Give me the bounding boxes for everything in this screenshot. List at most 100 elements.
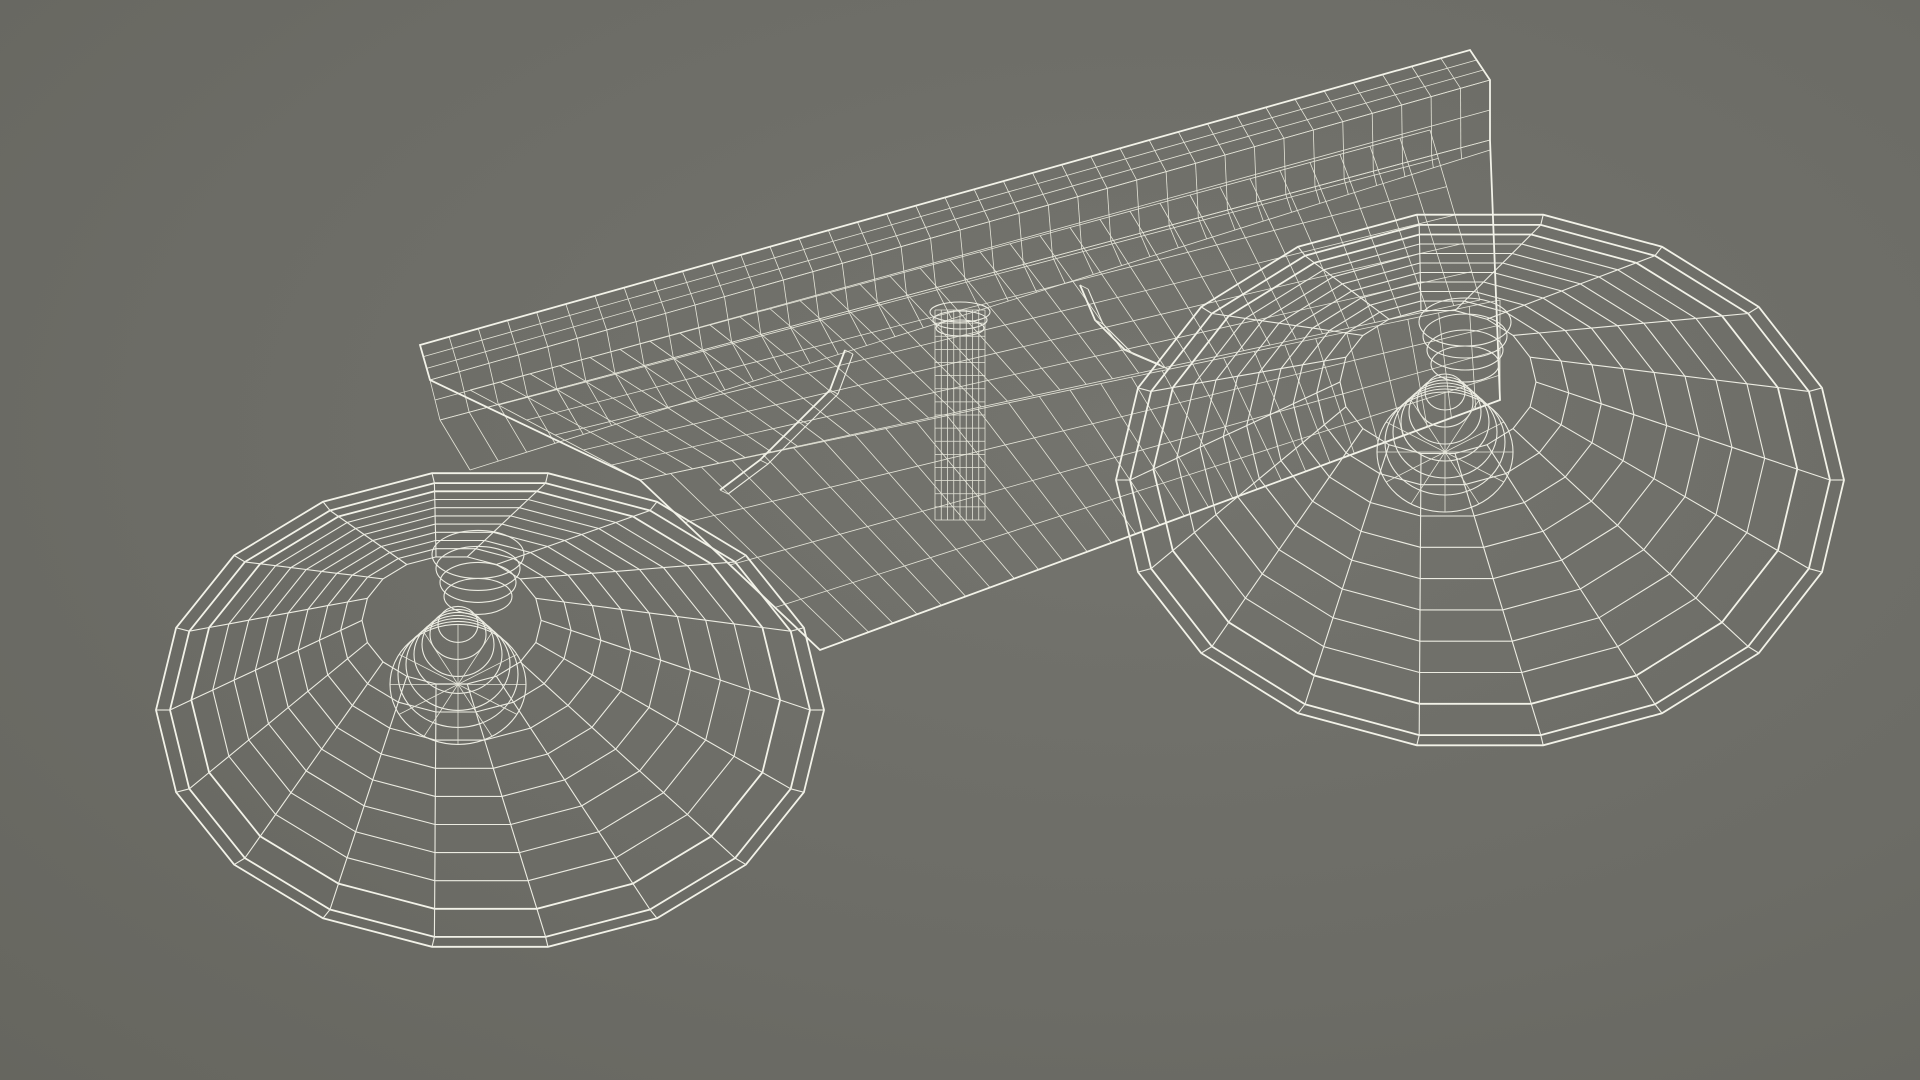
- mesh-edge: [790, 788, 804, 793]
- mesh-edge: [233, 857, 246, 866]
- mesh-loop: [244, 661, 384, 859]
- mesh-edge: [1416, 734, 1420, 746]
- mesh-edge: [322, 501, 331, 511]
- mesh-edge: [740, 254, 755, 289]
- mesh-edge: [759, 459, 769, 465]
- mesh-edge: [1444, 421, 1505, 453]
- mesh-edge: [1236, 115, 1255, 147]
- mesh-loop: [297, 531, 632, 769]
- mesh-edge: [431, 936, 435, 947]
- mesh-loop: [1269, 281, 1635, 548]
- mesh-edge: [915, 205, 931, 239]
- mesh-loop: [188, 642, 368, 790]
- mesh-edge: [1431, 155, 1434, 168]
- mesh-edge: [1343, 178, 1349, 195]
- mesh-loop: [1304, 444, 1390, 705]
- mesh-loop: [1211, 428, 1364, 647]
- mesh-edge: [468, 412, 499, 462]
- mesh-edge: [594, 295, 608, 331]
- mesh-edge: [439, 139, 1491, 421]
- mesh-loop: [276, 523, 662, 797]
- mesh-edge: [760, 334, 783, 373]
- mesh-edge: [477, 328, 490, 364]
- mesh-edge: [545, 936, 549, 947]
- mesh-edge: [1148, 139, 1167, 172]
- mesh-loop: [727, 353, 854, 495]
- mesh-edge: [545, 473, 549, 484]
- mesh-edge: [1090, 156, 1108, 189]
- mesh-edge: [439, 419, 471, 471]
- mesh-edge: [1200, 646, 1213, 654]
- mesh-edge: [672, 357, 698, 400]
- mesh-edge: [497, 404, 528, 453]
- socket-ring: [1426, 329, 1504, 371]
- mesh-edge: [886, 213, 902, 247]
- render-viewport: [0, 0, 1920, 1080]
- mesh-edge: [1382, 74, 1403, 106]
- mesh-loop: [1535, 381, 1831, 481]
- mesh-edge: [623, 287, 637, 322]
- mesh-edge: [1297, 703, 1306, 714]
- mesh-edge: [1052, 256, 1066, 284]
- mesh-edge: [877, 303, 896, 337]
- mesh-edge: [973, 189, 990, 222]
- mesh-edge: [1654, 703, 1663, 714]
- lamp-arms-mesh: [719, 284, 1169, 495]
- mesh-loop: [1418, 224, 1422, 311]
- mesh-edge: [1323, 90, 1344, 122]
- mesh-edge: [682, 271, 696, 306]
- mesh-edge: [565, 303, 578, 339]
- mesh-loop: [212, 498, 751, 882]
- mesh-loop: [329, 676, 408, 910]
- mesh-edge: [1747, 306, 1760, 314]
- mesh-edge: [1002, 180, 1020, 214]
- socket-ring: [435, 545, 521, 591]
- mesh-loop: [541, 619, 811, 711]
- mesh-loop: [719, 349, 846, 491]
- mesh-edge: [798, 238, 814, 272]
- mesh-edge: [1402, 163, 1406, 177]
- mesh-edge: [649, 909, 658, 919]
- mesh-edge: [1022, 264, 1038, 293]
- mesh-loop: [1316, 300, 1570, 486]
- mesh-loop: [1176, 243, 1766, 674]
- mesh-edge: [536, 312, 549, 347]
- mesh-edge: [423, 59, 1477, 358]
- mesh-edge: [639, 299, 1501, 481]
- mesh-loop: [169, 619, 363, 711]
- mesh-loop: [190, 490, 782, 910]
- mesh-loop: [1486, 444, 1656, 705]
- mesh-edge: [1137, 568, 1152, 573]
- mesh-loop: [1513, 312, 1749, 336]
- mesh-edge: [176, 788, 190, 793]
- mesh-loop: [189, 597, 368, 632]
- mesh-loop: [1222, 262, 1700, 611]
- mesh-edge: [711, 262, 725, 297]
- mesh-edge: [1540, 214, 1544, 226]
- socket-ring: [1422, 313, 1508, 359]
- mesh-edge: [1265, 107, 1285, 139]
- mesh-edge: [649, 501, 658, 511]
- mesh-edge: [1372, 171, 1378, 186]
- mesh-edge: [498, 157, 1439, 406]
- mesh-edge: [1460, 147, 1463, 159]
- mesh-edge: [1297, 246, 1306, 257]
- mesh-edge: [1207, 123, 1226, 156]
- mesh-edge: [322, 909, 331, 919]
- mesh-edge: [827, 230, 843, 264]
- mesh-edge: [1352, 82, 1373, 114]
- mesh-loop: [1418, 453, 1422, 736]
- mesh-edge: [1032, 172, 1049, 206]
- mesh-edge: [426, 69, 1484, 369]
- socket-ring: [443, 577, 513, 615]
- mesh-edge: [1747, 646, 1760, 654]
- mesh-loop: [1512, 428, 1749, 647]
- mesh-edge: [1416, 214, 1420, 226]
- mesh-edge: [1808, 568, 1823, 573]
- mesh-loop: [520, 561, 736, 580]
- mesh-edge: [847, 310, 868, 346]
- left-shade-mesh: [155, 472, 825, 948]
- mesh-edge: [857, 221, 873, 256]
- mesh-edge: [702, 349, 726, 391]
- mesh-edge: [944, 197, 961, 231]
